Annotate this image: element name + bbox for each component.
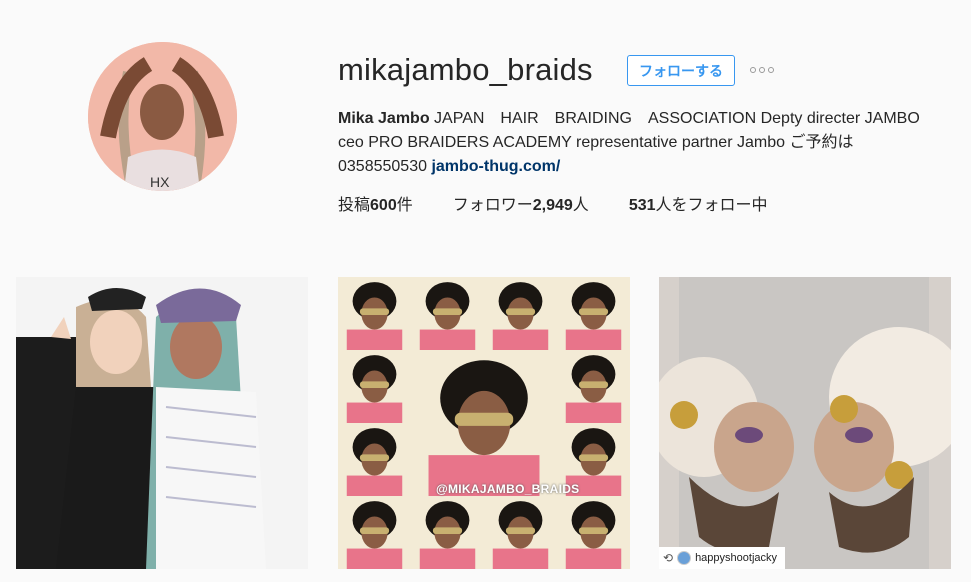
post-watermark: @MIKAJAMBO_BRAIDS xyxy=(436,482,580,496)
portrait-cell xyxy=(338,277,411,350)
more-options-icon[interactable] xyxy=(750,62,774,78)
followers-label: フォロワー xyxy=(452,197,533,214)
portrait-cell xyxy=(557,277,630,350)
portrait-cell xyxy=(484,277,557,350)
post-image-2 xyxy=(338,277,630,569)
post-image-1 xyxy=(16,277,308,569)
posts-number: 600 xyxy=(370,197,397,214)
bio-line-2: ceo PRO BRAIDERS ACADEMY representative … xyxy=(338,134,854,151)
avatar-image: HX xyxy=(88,42,237,191)
following-label: 人をフォロー中 xyxy=(655,197,768,214)
more-dot xyxy=(768,67,774,73)
website-link[interactable]: jambo-thug.com/ xyxy=(431,158,560,175)
post-thumbnail-1[interactable] xyxy=(16,277,308,569)
post-thumbnail-3[interactable]: ⟲ happyshootjacky xyxy=(659,277,951,569)
post-thumbnail-2[interactable]: @MIKAJAMBO_BRAIDS xyxy=(338,277,630,569)
repost-icon: ⟲ xyxy=(663,551,674,565)
posts-suffix: 件 xyxy=(396,197,413,214)
bio-text: JAPAN HAIR BRAIDING ASSOCIATION Depty di… xyxy=(429,110,920,127)
more-dot xyxy=(759,67,765,73)
following-number: 531 xyxy=(628,197,656,214)
following-count[interactable]: 531人をフォロー中 xyxy=(629,191,768,215)
post-image-3 xyxy=(659,277,951,569)
posts-label: 投稿 xyxy=(338,197,371,214)
follow-button[interactable]: フォローする xyxy=(627,55,735,86)
portrait-cell xyxy=(484,496,557,569)
bio-phone: 0358550530 xyxy=(338,158,432,175)
profile-stats: 投稿600件 フォロワー2,949人 531人をフォロー中 xyxy=(338,191,808,215)
followers-number: 2,949 xyxy=(532,197,573,214)
portrait-cell xyxy=(338,496,411,569)
portrait-cell xyxy=(557,350,630,423)
portrait-cell xyxy=(557,496,630,569)
bio-line-3: 0358550530 jambo-thug.com/ xyxy=(338,155,948,179)
portrait-cell xyxy=(338,423,411,496)
posts-count: 投稿600件 xyxy=(338,191,413,215)
repost-avatar xyxy=(677,551,692,565)
repost-username: happyshootjacky xyxy=(695,552,778,564)
repost-credit[interactable]: ⟲ happyshootjacky xyxy=(659,547,786,569)
portrait-cell xyxy=(411,277,484,350)
more-dot xyxy=(750,67,756,73)
bio-line-1: Mika Jambo JAPAN HAIR BRAIDING ASSOCIATI… xyxy=(338,107,948,131)
portrait-cell xyxy=(338,350,411,423)
profile-bio: Mika Jambo JAPAN HAIR BRAIDING ASSOCIATI… xyxy=(338,107,948,179)
portrait-cell xyxy=(411,496,484,569)
svg-text:HX: HX xyxy=(150,174,170,190)
followers-count[interactable]: フォロワー2,949人 xyxy=(453,191,589,215)
profile-username: mikajambo_braids xyxy=(338,52,593,87)
followers-suffix: 人 xyxy=(572,197,589,214)
bio-full-name: Mika Jambo xyxy=(338,110,430,127)
profile-avatar[interactable]: HX xyxy=(88,42,237,191)
portrait-cell xyxy=(411,350,557,496)
